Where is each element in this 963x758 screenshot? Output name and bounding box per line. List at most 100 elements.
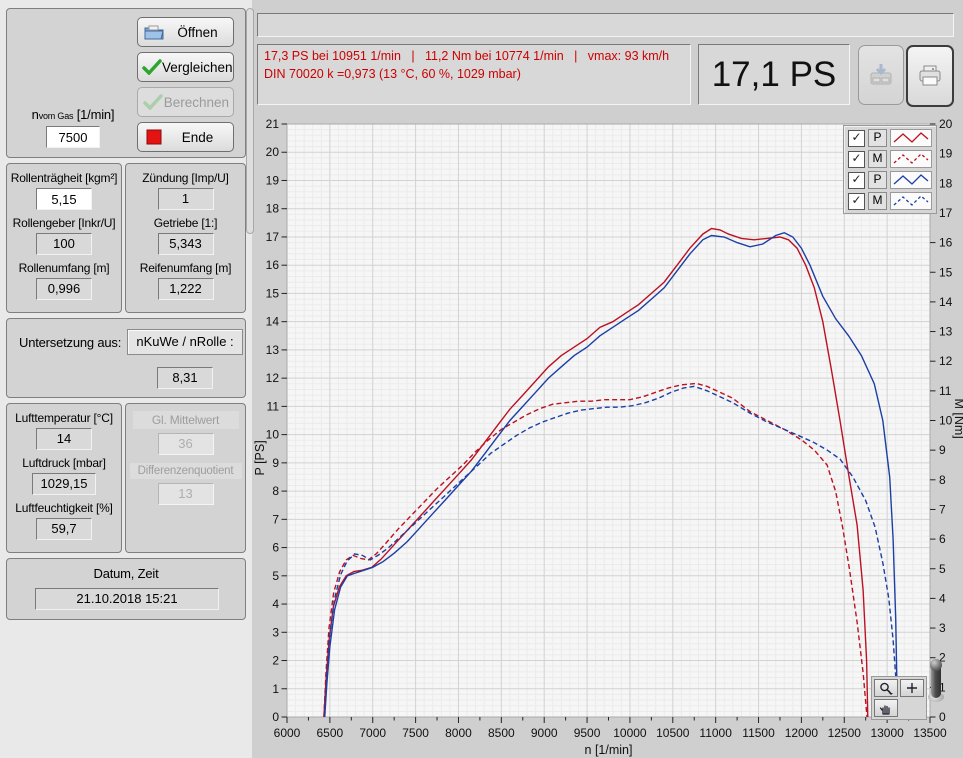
svg-text:9500: 9500 (574, 726, 601, 740)
legend-label-m-red[interactable]: M (868, 150, 887, 168)
tire-circumference-value[interactable]: 1,222 (158, 278, 214, 300)
svg-text:5: 5 (272, 569, 279, 583)
svg-text:11: 11 (267, 399, 280, 413)
humidity-value[interactable]: 59,7 (36, 518, 92, 540)
legend-row-p-blue: ✓ P (848, 171, 932, 189)
svg-text:21: 21 (266, 117, 280, 131)
compare-button[interactable]: Vergleichen (137, 52, 234, 82)
legend-line-sample-m-blue[interactable] (890, 192, 932, 210)
legend-checkbox-m-red[interactable]: ✓ (848, 151, 865, 168)
svg-text:13000: 13000 (870, 726, 904, 740)
left-control-column: Öffnen Vergleichen Berechnen (0, 0, 252, 758)
svg-text:19: 19 (266, 173, 280, 187)
open-button-label: Öffnen (166, 25, 229, 40)
toggle-switch[interactable] (926, 656, 946, 706)
roll-encoder-label: Rollengeber [Inkr/U] (13, 216, 116, 230)
datetime-value[interactable]: 21.10.2018 15:21 (35, 588, 219, 610)
svg-text:3: 3 (272, 625, 279, 639)
calculate-button[interactable]: Berechnen (137, 87, 234, 117)
svg-text:6500: 6500 (317, 726, 344, 740)
svg-text:2: 2 (272, 654, 279, 668)
legend-row-m-red: ✓ M (848, 150, 932, 168)
humidity-label: Luftfeuchtigkeit [%] (15, 501, 112, 515)
air-pressure-value[interactable]: 1029,15 (32, 473, 96, 495)
crosshair-icon (906, 682, 918, 694)
svg-text:16: 16 (266, 258, 280, 272)
legend-row-m-blue: ✓ M (848, 192, 932, 210)
graph-palette (871, 676, 927, 720)
din-correction-text: DIN 70020 k =0,973 (13 °C, 60 %, 1029 mb… (264, 66, 684, 84)
legend-line-sample-p-blue[interactable] (890, 171, 932, 189)
engine-panel: Zündung [Imp/U] 1 Getriebe [1:] 5,343 Re… (125, 163, 246, 313)
svg-text:10: 10 (266, 428, 280, 442)
ratio-source-selector[interactable]: nKuWe / nRolle : (127, 329, 243, 355)
svg-text:7500: 7500 (402, 726, 429, 740)
roll-encoder-value[interactable]: 100 (36, 233, 92, 255)
roll-inertia-input[interactable] (36, 188, 92, 210)
svg-text:6: 6 (939, 532, 946, 546)
ignition-value[interactable]: 1 (158, 188, 214, 210)
moving-average-value[interactable]: 36 (158, 433, 214, 455)
svg-text:20: 20 (266, 145, 280, 159)
left-axis-title: P [PS] (253, 440, 267, 475)
air-temp-value[interactable]: 14 (36, 428, 92, 450)
pan-tool-button[interactable] (874, 699, 898, 717)
legend-line-sample-p-red[interactable] (890, 129, 932, 147)
legend-checkbox-p-red[interactable]: ✓ (848, 130, 865, 147)
svg-text:17: 17 (939, 206, 953, 220)
zoom-tool-button[interactable] (874, 679, 898, 697)
svg-text:10000: 10000 (613, 726, 647, 740)
n-gas-input[interactable] (46, 126, 100, 148)
difference-quotient-label: Differenzenquotient (130, 463, 242, 479)
end-button-label: Ende (166, 130, 229, 145)
ratio-value[interactable]: 8,31 (157, 367, 213, 389)
calculate-button-label: Berechnen (164, 95, 229, 110)
svg-text:6000: 6000 (274, 726, 301, 740)
gearbox-value[interactable]: 5,343 (158, 233, 214, 255)
legend-line-sample-m-red[interactable] (890, 150, 932, 168)
legend-checkbox-m-blue[interactable]: ✓ (848, 193, 865, 210)
legend-label-p-red[interactable]: P (868, 129, 887, 147)
chart-legend: ✓ P ✓ M ✓ P ✓ M (843, 125, 937, 214)
legend-checkbox-p-blue[interactable]: ✓ (848, 172, 865, 189)
svg-text:7000: 7000 (359, 726, 386, 740)
svg-text:16: 16 (939, 236, 953, 250)
save-button[interactable] (858, 45, 904, 105)
comment-input[interactable] (257, 13, 954, 37)
datetime-panel: Datum, Zeit 21.10.2018 15:21 (6, 558, 246, 620)
svg-text:12: 12 (266, 371, 280, 385)
legend-label-p-blue[interactable]: P (868, 171, 887, 189)
svg-text:4: 4 (939, 591, 946, 605)
right-axis-title: M [Nm] (952, 399, 963, 439)
roll-circumference-value[interactable]: 0,996 (36, 278, 92, 300)
air-panel: Lufttemperatur [°C] 14 Luftdruck [mbar] … (6, 403, 122, 553)
tire-circumference-label: Reifenumfang [m] (140, 261, 232, 275)
checkmark-icon (142, 57, 162, 77)
cursor-tool-button[interactable] (900, 679, 924, 697)
legend-label-m-blue[interactable]: M (868, 192, 887, 210)
difference-quotient-value[interactable]: 13 (158, 483, 214, 505)
svg-text:11500: 11500 (742, 726, 775, 740)
dyno-app-window: Öffnen Vergleichen Berechnen (0, 0, 963, 758)
plot-area[interactable] (287, 124, 930, 717)
ratio-panel: Untersetzung aus: nKuWe / nRolle : 8,31 (6, 318, 246, 398)
stop-square-icon (142, 127, 166, 147)
roll-inertia-label: Rollenträgheit [kgm²] (11, 171, 118, 185)
end-button[interactable]: Ende (137, 122, 234, 152)
svg-text:6: 6 (272, 541, 279, 555)
open-button[interactable]: Öffnen (137, 17, 234, 47)
ratio-source-label: Untersetzung aus: (19, 335, 121, 350)
roll-circumference-label: Rollenumfang [m] (19, 261, 110, 275)
svg-text:10: 10 (939, 414, 953, 428)
legend-row-p-red: ✓ P (848, 129, 932, 147)
svg-text:17: 17 (266, 230, 280, 244)
datetime-label: Datum, Zeit (7, 566, 245, 581)
svg-text:0: 0 (272, 710, 279, 724)
print-button[interactable] (906, 45, 954, 107)
svg-text:11000: 11000 (699, 726, 732, 740)
svg-text:9: 9 (939, 443, 946, 457)
save-disk-icon (867, 61, 895, 89)
svg-text:12500: 12500 (828, 726, 862, 740)
gearbox-label: Getriebe [1:] (154, 216, 217, 230)
result-status-box: 17,3 PS bei 10951 1/min | 11,2 Nm bei 10… (257, 44, 691, 105)
